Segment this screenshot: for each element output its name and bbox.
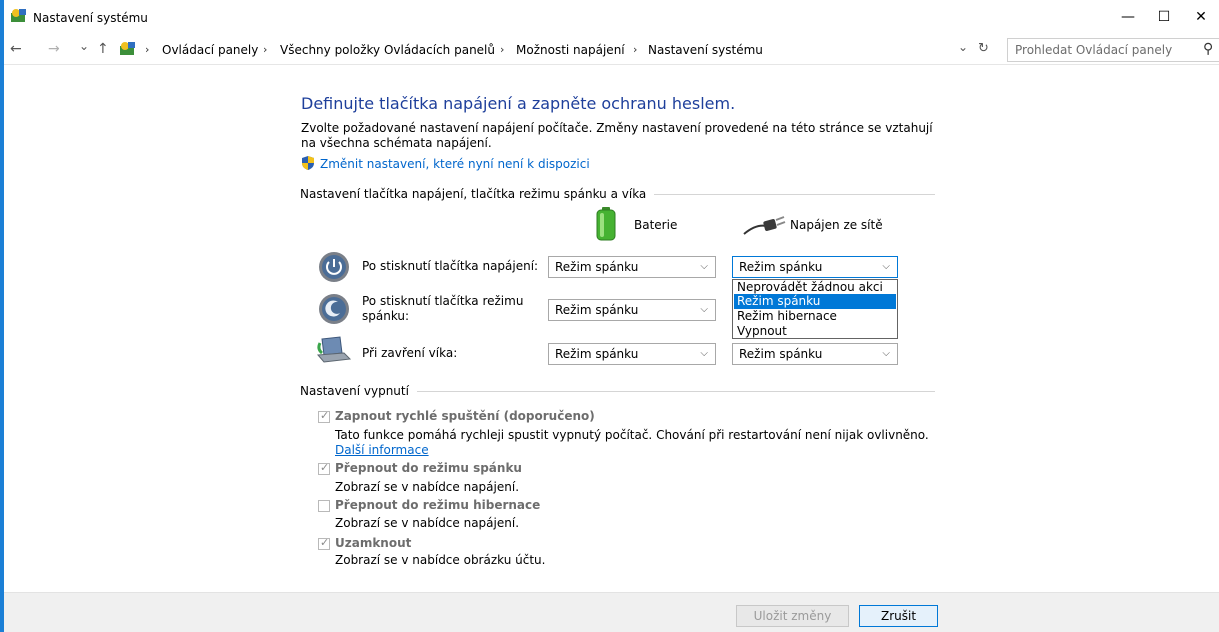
power-button-label: Po stisknutí tlačítka napájení: <box>362 259 539 273</box>
laptop-lid-icon <box>316 336 352 363</box>
check-icon: ✓ <box>320 461 330 474</box>
lock-menu-label: Uzamknout <box>335 536 412 550</box>
save-changes-button[interactable]: Uložit změny <box>736 605 849 627</box>
option-shut-down[interactable]: Vypnout <box>734 324 896 339</box>
back-button[interactable]: ← <box>10 41 22 57</box>
sleep-menu-description: Zobrazí se v nabídce napájení. <box>335 480 520 494</box>
option-sleep[interactable]: Režim spánku <box>734 294 896 309</box>
control-panel-breadcrumb-icon <box>120 42 135 55</box>
address-history-dropdown[interactable]: ⌄ <box>958 40 968 54</box>
sleep-button-label: Po stisknutí tlačítka režimu spánku: <box>362 294 524 323</box>
chevron-down-icon: ⌵ <box>700 348 708 359</box>
refresh-button[interactable]: ↻ <box>978 41 989 56</box>
uac-shield-icon <box>302 156 314 170</box>
shutdown-section-title: Nastavení vypnutí <box>300 384 417 398</box>
select-value: Režim spánku <box>739 347 823 361</box>
window-border <box>0 0 4 632</box>
select-value: Režim spánku <box>555 303 639 317</box>
sleep-button-icon <box>319 294 349 324</box>
power-plug-icon <box>743 216 786 235</box>
sleep-menu-label: Přepnout do režimu spánku <box>335 461 522 475</box>
hibernate-menu-label: Přepnout do režimu hibernace <box>335 498 541 512</box>
recent-locations-button[interactable]: ⌄ <box>79 39 89 53</box>
footer-bar <box>4 593 1219 632</box>
maximize-button[interactable]: ☐ <box>1142 4 1186 30</box>
power-button-icon <box>319 252 349 282</box>
toolbar-divider <box>4 64 1219 65</box>
hibernate-menu-description: Zobrazí se v nabídce napájení. <box>335 516 520 530</box>
sleep-button-battery-select[interactable]: Režim spánku ⌵ <box>548 299 716 321</box>
lock-menu-description: Zobrazí se v nabídce obrázku účtu. <box>335 553 546 567</box>
lid-close-label: Při zavření víka: <box>362 346 458 360</box>
window-title: Nastavení systému <box>33 11 148 25</box>
power-buttons-section-title: Nastavení tlačítka napájení, tlačítka re… <box>300 187 655 201</box>
battery-icon <box>596 207 616 241</box>
cancel-button[interactable]: Zrušit <box>859 605 938 627</box>
close-button[interactable]: ✕ <box>1183 4 1219 30</box>
sleep-menu-checkbox[interactable]: ✓ <box>318 461 330 475</box>
chevron-down-icon: ⌵ <box>700 304 708 315</box>
page-title: Definujte tlačítka napájení a zapněte oc… <box>301 94 736 113</box>
breadcrumb-all-items[interactable]: Všechny položky Ovládacích panelů <box>280 43 495 57</box>
fast-startup-label: Zapnout rychlé spuštění (doporučeno) <box>335 409 595 423</box>
select-value: Režim spánku <box>555 347 639 361</box>
chevron-down-icon: ⌵ <box>882 261 890 272</box>
fast-startup-description: Tato funkce pomáhá rychleji spustit vypn… <box>335 428 929 442</box>
lid-close-ac-select[interactable]: Režim spánku ⌵ <box>732 343 898 365</box>
lock-menu-checkbox[interactable]: ✓ <box>318 536 330 550</box>
breadcrumb-control-panel[interactable]: Ovládací panely <box>162 43 258 57</box>
select-value: Režim spánku <box>739 260 823 274</box>
control-panel-icon <box>11 9 26 22</box>
hibernate-menu-checkbox[interactable] <box>318 500 330 512</box>
search-placeholder: Prohledat Ovládací panely <box>1015 43 1173 57</box>
check-icon: ✓ <box>320 409 330 422</box>
column-battery: Baterie <box>634 218 678 232</box>
check-icon: ✓ <box>320 536 330 549</box>
chevron-down-icon: ⌵ <box>700 261 708 272</box>
intro-text: Zvolte požadované nastavení napájení poč… <box>301 121 933 150</box>
search-icon[interactable]: ⚲ <box>1203 41 1213 57</box>
option-hibernate[interactable]: Režim hibernace <box>734 309 896 324</box>
change-unavailable-settings-link[interactable]: Změnit nastavení, které nyní není k disp… <box>320 157 590 171</box>
fast-startup-checkbox[interactable]: ✓ <box>318 409 330 423</box>
select-value: Režim spánku <box>555 260 639 274</box>
breadcrumb-separator: › <box>633 43 638 56</box>
breadcrumb-separator: › <box>500 43 505 56</box>
power-button-ac-dropdown-list[interactable]: Neprovádět žádnou akci Režim spánku Reži… <box>732 279 898 339</box>
breadcrumb-system-settings[interactable]: Nastavení systému <box>648 43 763 57</box>
lid-close-battery-select[interactable]: Režim spánku ⌵ <box>548 343 716 365</box>
forward-button[interactable]: → <box>48 41 60 57</box>
up-button[interactable]: ↑ <box>97 41 109 57</box>
title-bar[interactable] <box>4 0 1219 34</box>
column-ac-power: Napájen ze sítě <box>790 218 883 232</box>
power-button-battery-select[interactable]: Režim spánku ⌵ <box>548 256 716 278</box>
breadcrumb-separator: › <box>263 43 268 56</box>
breadcrumb-separator: › <box>145 43 150 56</box>
breadcrumb-power-options[interactable]: Možnosti napájení <box>516 43 625 57</box>
option-do-nothing[interactable]: Neprovádět žádnou akci <box>734 280 896 295</box>
more-info-link[interactable]: Další informace <box>335 443 429 457</box>
power-button-ac-select[interactable]: Režim spánku ⌵ <box>732 256 898 278</box>
chevron-down-icon: ⌵ <box>882 348 890 359</box>
